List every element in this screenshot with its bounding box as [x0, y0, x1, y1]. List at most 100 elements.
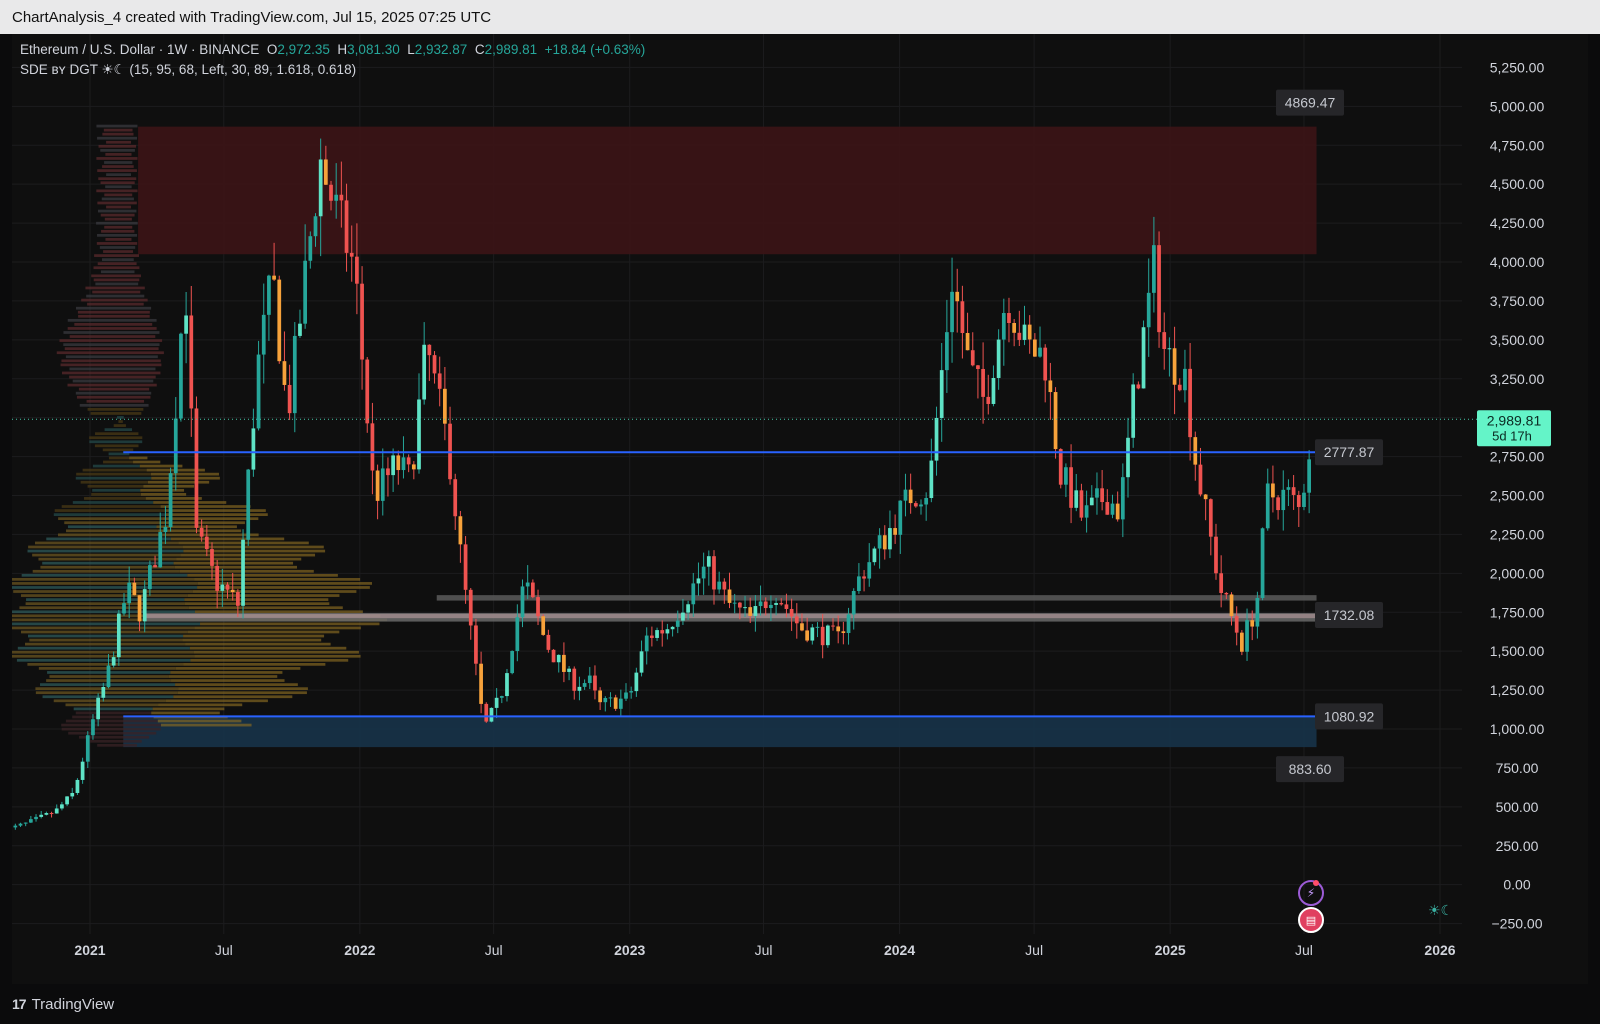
- profile-left-bar: [61, 505, 161, 508]
- candle-body: [872, 548, 877, 563]
- profile-left-bar: [97, 262, 137, 266]
- y-tick-label: 4,750.00: [1490, 137, 1545, 153]
- candle-body: [282, 361, 287, 385]
- profile-left-bar: [90, 412, 142, 415]
- indicator-line[interactable]: SDE ʙʏ DGT ☀☾ (15, 95, 68, Left, 30, 89,…: [20, 60, 645, 80]
- profile-left-bar: [27, 662, 184, 666]
- profile-left-bar: [101, 229, 135, 233]
- candle-body: [825, 625, 830, 646]
- lightning-icon[interactable]: ⚡: [1298, 880, 1324, 906]
- candle-body: [70, 792, 75, 797]
- chart-area[interactable]: 4869.47 2777.87 1732.08 1080.92 883.60 5,250.…: [12, 34, 1588, 984]
- y-tick-label: 4,000.00: [1490, 254, 1545, 270]
- candle-body: [1234, 616, 1239, 633]
- candle-body: [753, 606, 758, 616]
- tradingview-logo[interactable]: 17 TradingView: [12, 996, 114, 1013]
- candle-body: [256, 354, 261, 429]
- profile-right-bar: [193, 650, 359, 654]
- candle-body: [1307, 459, 1312, 493]
- high-value: 3,081.30: [347, 42, 400, 57]
- candle-body: [1100, 488, 1104, 503]
- y-tick-label: 2,750.00: [1490, 449, 1545, 465]
- candle-body: [556, 654, 561, 663]
- profile-left-bar: [99, 246, 136, 249]
- profile-left-bar: [25, 602, 185, 606]
- price-chart[interactable]: 4869.47 2777.87 1732.08 1080.92 883.60 5,250.…: [12, 34, 1588, 984]
- candle-body: [453, 479, 458, 517]
- profile-left-bar: [63, 343, 160, 346]
- candle-body: [1146, 292, 1151, 328]
- candle-body: [1239, 632, 1244, 652]
- candle-body: [712, 556, 716, 590]
- candle-body: [210, 549, 214, 566]
- profile-left-bar: [98, 144, 137, 148]
- candle-body: [122, 603, 126, 614]
- x-axis: 2021 Jul 2022 Jul 2023 Jul 2024 Jul 2025 Jul 2026: [74, 942, 1455, 958]
- candle-body: [484, 703, 489, 722]
- candle-body: [313, 216, 318, 237]
- candle-body: [194, 408, 199, 528]
- level-tag-1732.08: 1732.08: [1324, 607, 1375, 623]
- candle-body: [1089, 497, 1094, 506]
- profile-left-bar: [96, 242, 138, 245]
- y-tick-label: 5,250.00: [1490, 59, 1545, 75]
- profile-left-bar: [100, 270, 135, 274]
- candle-body: [1126, 437, 1130, 478]
- profile-left-bar: [96, 189, 138, 193]
- profile-left-bar: [63, 331, 160, 334]
- poc-band: [143, 613, 1317, 619]
- candle-body: [1001, 313, 1006, 340]
- candle-body: [1095, 488, 1099, 498]
- low-value: 2,932.87: [414, 42, 468, 57]
- profile-left-bar: [118, 420, 123, 423]
- candle-body: [18, 823, 23, 826]
- candle-body: [670, 626, 675, 630]
- candle-body: [1027, 324, 1032, 340]
- candle-body: [877, 535, 882, 549]
- candle-body: [75, 779, 80, 793]
- candle-body: [862, 576, 866, 579]
- us-flag-icon[interactable]: ▤: [1298, 907, 1324, 933]
- candle-body: [468, 589, 473, 626]
- profile-left-bar: [96, 124, 138, 128]
- profile-left-bar: [90, 739, 142, 743]
- candle-body: [34, 816, 38, 820]
- candle-body: [717, 581, 722, 590]
- profile-left-bar: [67, 383, 157, 387]
- candle-body: [551, 649, 556, 663]
- candle-body: [323, 159, 328, 185]
- candle-body: [929, 460, 934, 499]
- profile-right-bar: [150, 472, 219, 476]
- candle-body: [101, 686, 106, 698]
- y-tick-label: 2,000.00: [1490, 565, 1545, 581]
- profile-left-bar: [76, 395, 151, 399]
- candle-body: [246, 469, 251, 540]
- profile-left-bar: [76, 306, 152, 310]
- candle-body: [1038, 347, 1042, 357]
- candle-body: [1260, 528, 1265, 598]
- low-label: L: [407, 42, 415, 57]
- candle-body: [132, 582, 137, 596]
- open-label: O: [266, 42, 278, 57]
- profile-right-bar: [189, 646, 347, 650]
- candle-body: [39, 814, 44, 817]
- sun-moon-icon[interactable]: ☀☾: [1428, 902, 1453, 919]
- candle-body: [1281, 489, 1286, 511]
- profile-left-bar: [79, 403, 149, 407]
- profile-left-bar: [100, 213, 135, 217]
- profile-right-bar: [151, 476, 220, 480]
- candle-body: [23, 822, 28, 824]
- candle-body: [1012, 323, 1017, 333]
- y-tick-label: 4,250.00: [1490, 215, 1545, 231]
- profile-left-bar: [102, 448, 134, 452]
- profile-right-bar: [163, 533, 259, 537]
- candle-body: [318, 159, 323, 217]
- profile-left-bar: [35, 691, 178, 695]
- profile-right-bar: [184, 598, 329, 601]
- candle-body: [339, 194, 344, 201]
- candle-body: [546, 634, 551, 650]
- profile-left-bar: [93, 278, 140, 282]
- profile-left-bar: [84, 497, 146, 500]
- candle-body: [365, 359, 370, 424]
- candle-body: [763, 601, 768, 609]
